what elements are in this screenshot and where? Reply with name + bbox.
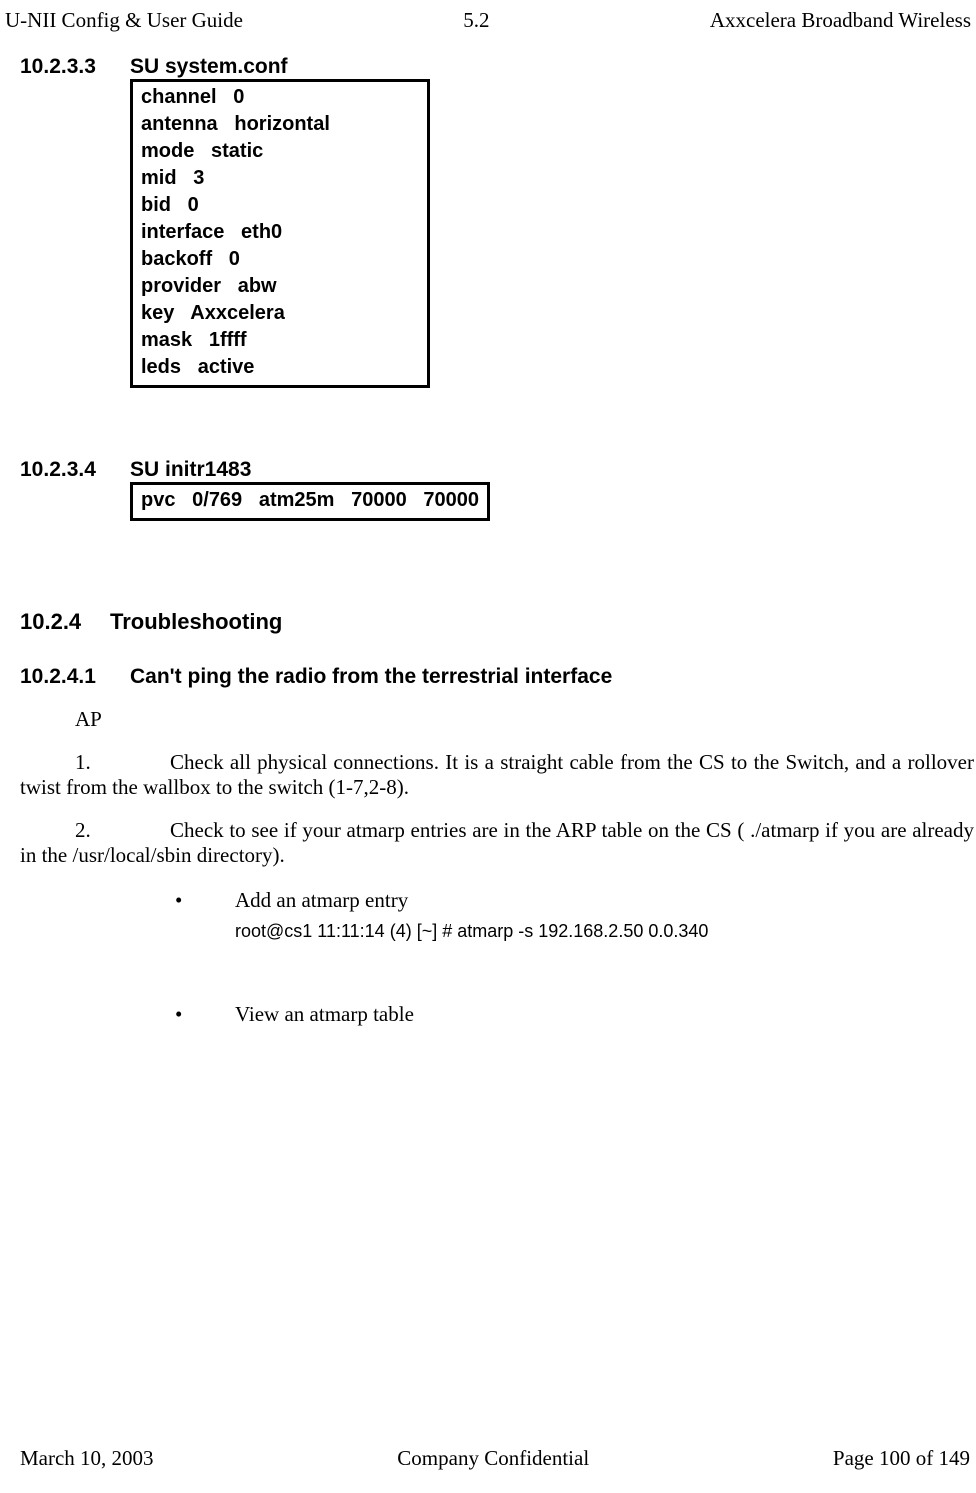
page-header: U-NII Config & User Guide 5.2 Axxcelera …	[0, 8, 976, 33]
page-footer: March 10, 2003 Company Confidential Page…	[0, 1446, 976, 1471]
code-line-atmarp: root@cs1 11:11:14 (4) [~] # atmarp -s 19…	[235, 921, 976, 942]
bullet-glyph: •	[175, 1002, 235, 1027]
config-box-system-conf: channel 0 antenna horizontal mode static…	[130, 79, 430, 388]
heading-10-2-4-1: 10.2.4.1 Can't ping the radio from the t…	[20, 665, 976, 689]
heading-title: Can't ping the radio from the terrestria…	[130, 665, 612, 689]
bullet-text: Add an atmarp entry	[235, 888, 408, 913]
footer-left: March 10, 2003	[20, 1446, 154, 1471]
heading-number: 10.2.3.3	[20, 55, 130, 79]
bullet-text: View an atmarp table	[235, 1002, 414, 1027]
heading-number: 10.2.3.4	[20, 458, 130, 482]
footer-center: Company Confidential	[397, 1446, 589, 1471]
heading-number: 10.2.4	[20, 609, 110, 635]
heading-title: SU initr1483	[130, 458, 251, 482]
page-content: 10.2.3.3 SU system.conf channel 0 antenn…	[0, 33, 976, 1027]
header-right: Axxcelera Broadband Wireless	[710, 8, 971, 33]
list-item-2: 2.Check to see if your atmarp entries ar…	[20, 818, 976, 868]
config-box-initr1483: pvc 0/769 atm25m 70000 70000	[130, 482, 490, 521]
heading-title: Troubleshooting	[110, 609, 282, 635]
heading-title: SU system.conf	[130, 55, 288, 79]
heading-number: 10.2.4.1	[20, 665, 130, 689]
list-number: 1.	[75, 750, 170, 775]
footer-right: Page 100 of 149	[833, 1446, 970, 1471]
label-ap: AP	[75, 707, 976, 732]
heading-10-2-3-3: 10.2.3.3 SU system.conf	[20, 55, 976, 79]
heading-10-2-4: 10.2.4 Troubleshooting	[20, 609, 976, 635]
list-item-1: 1.Check all physical connections. It is …	[20, 750, 976, 800]
list-number: 2.	[75, 818, 170, 843]
header-center: 5.2	[463, 8, 489, 33]
bullet-item-2: • View an atmarp table	[175, 1002, 976, 1027]
header-left: U-NII Config & User Guide	[5, 8, 243, 33]
bullet-item-1: • Add an atmarp entry	[175, 888, 976, 913]
heading-10-2-3-4: 10.2.3.4 SU initr1483	[20, 458, 976, 482]
bullet-glyph: •	[175, 888, 235, 913]
